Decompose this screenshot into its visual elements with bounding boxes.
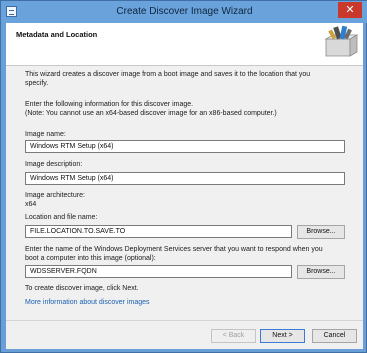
- back-button[interactable]: < Back: [211, 329, 256, 343]
- server-label-line1: Enter the name of the Windows Deployment…: [25, 246, 323, 253]
- wizard-window: Create Discover Image Wizard ✕ Metadata …: [0, 0, 367, 353]
- dialog-content: Metadata and Location This wizard create…: [6, 23, 363, 349]
- intro-text-line2: specify.: [25, 80, 49, 87]
- wizard-header: Metadata and Location: [6, 23, 363, 66]
- cancel-button[interactable]: Cancel: [312, 329, 357, 343]
- open-box-icon: [324, 25, 358, 57]
- location-input[interactable]: FILE.LOCATION.TO.SAVE.TO: [25, 225, 292, 238]
- next-button[interactable]: Next >: [260, 329, 305, 343]
- intro-text-line1: This wizard creates a discover image fro…: [25, 71, 311, 78]
- page-title: Metadata and Location: [16, 30, 98, 39]
- server-label-line2: boot a computer into this image (optiona…: [25, 255, 156, 262]
- image-architecture-label: Image architecture:: [25, 192, 85, 199]
- image-description-label: Image description:: [25, 161, 83, 168]
- instructions-line1: Enter the following information for this…: [25, 101, 194, 108]
- image-description-input[interactable]: Windows RTM Setup (x64): [25, 172, 345, 185]
- location-label: Location and file name:: [25, 214, 98, 221]
- image-architecture-value: x64: [25, 201, 37, 208]
- footer-instruction: To create discover image, click Next.: [25, 285, 139, 292]
- footer-divider: [6, 320, 363, 321]
- more-info-link[interactable]: More information about discover images: [25, 299, 150, 306]
- close-button[interactable]: ✕: [338, 2, 362, 18]
- server-browse-button[interactable]: Browse...: [297, 265, 345, 279]
- image-name-label: Image name:: [25, 131, 66, 138]
- window-title: Create Discover Image Wizard: [116, 6, 253, 17]
- instructions-line2: (Note: You cannot use an x64-based disco…: [25, 110, 277, 117]
- title-bar[interactable]: Create Discover Image Wizard ✕: [1, 1, 367, 23]
- server-input[interactable]: WDSSERVER.FQDN: [25, 265, 292, 278]
- location-browse-button[interactable]: Browse...: [297, 225, 345, 239]
- image-name-input[interactable]: Windows RTM Setup (x64): [25, 140, 345, 153]
